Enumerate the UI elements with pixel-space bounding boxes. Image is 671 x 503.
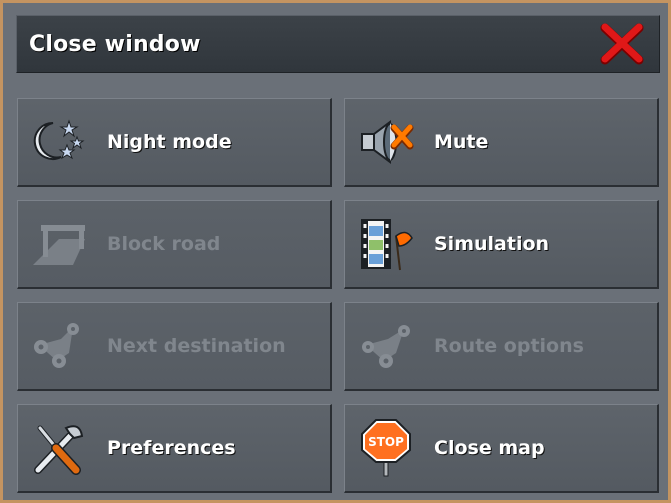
button-label: Mute — [434, 131, 489, 153]
button-label: Preferences — [107, 437, 236, 459]
close-window-bar[interactable]: Close window — [16, 15, 660, 73]
button-label: Route options — [434, 335, 584, 357]
road-barrier-icon — [28, 213, 90, 275]
close-icon[interactable] — [599, 22, 645, 66]
next-destination-button: Next destination — [17, 302, 332, 391]
film-flag-icon — [355, 213, 417, 275]
speaker-mute-icon — [355, 111, 417, 173]
button-label: Block road — [107, 233, 221, 255]
button-label: Night mode — [107, 131, 232, 153]
route-options-button: Route options — [344, 302, 659, 391]
route-nodes-icon — [28, 315, 90, 377]
preferences-button[interactable]: Preferences — [17, 404, 332, 493]
simulation-button[interactable]: Simulation — [344, 200, 659, 289]
moon-stars-icon — [28, 111, 90, 173]
window-title: Close window — [29, 31, 201, 57]
stop-sign-icon: STOP — [355, 417, 417, 479]
button-label: Next destination — [107, 335, 286, 357]
block-road-button: Block road — [17, 200, 332, 289]
mute-button[interactable]: Mute — [344, 98, 659, 187]
button-label: Close map — [434, 437, 545, 459]
menu-panel: Close window Night mode Mute Block road … — [0, 0, 671, 503]
wrench-screwdriver-icon — [28, 417, 90, 479]
night-mode-button[interactable]: Night mode — [17, 98, 332, 187]
button-label: Simulation — [434, 233, 550, 255]
stop-sign-text: STOP — [368, 435, 404, 449]
close-map-button[interactable]: STOP Close map — [344, 404, 659, 493]
route-nodes-icon — [355, 315, 417, 377]
